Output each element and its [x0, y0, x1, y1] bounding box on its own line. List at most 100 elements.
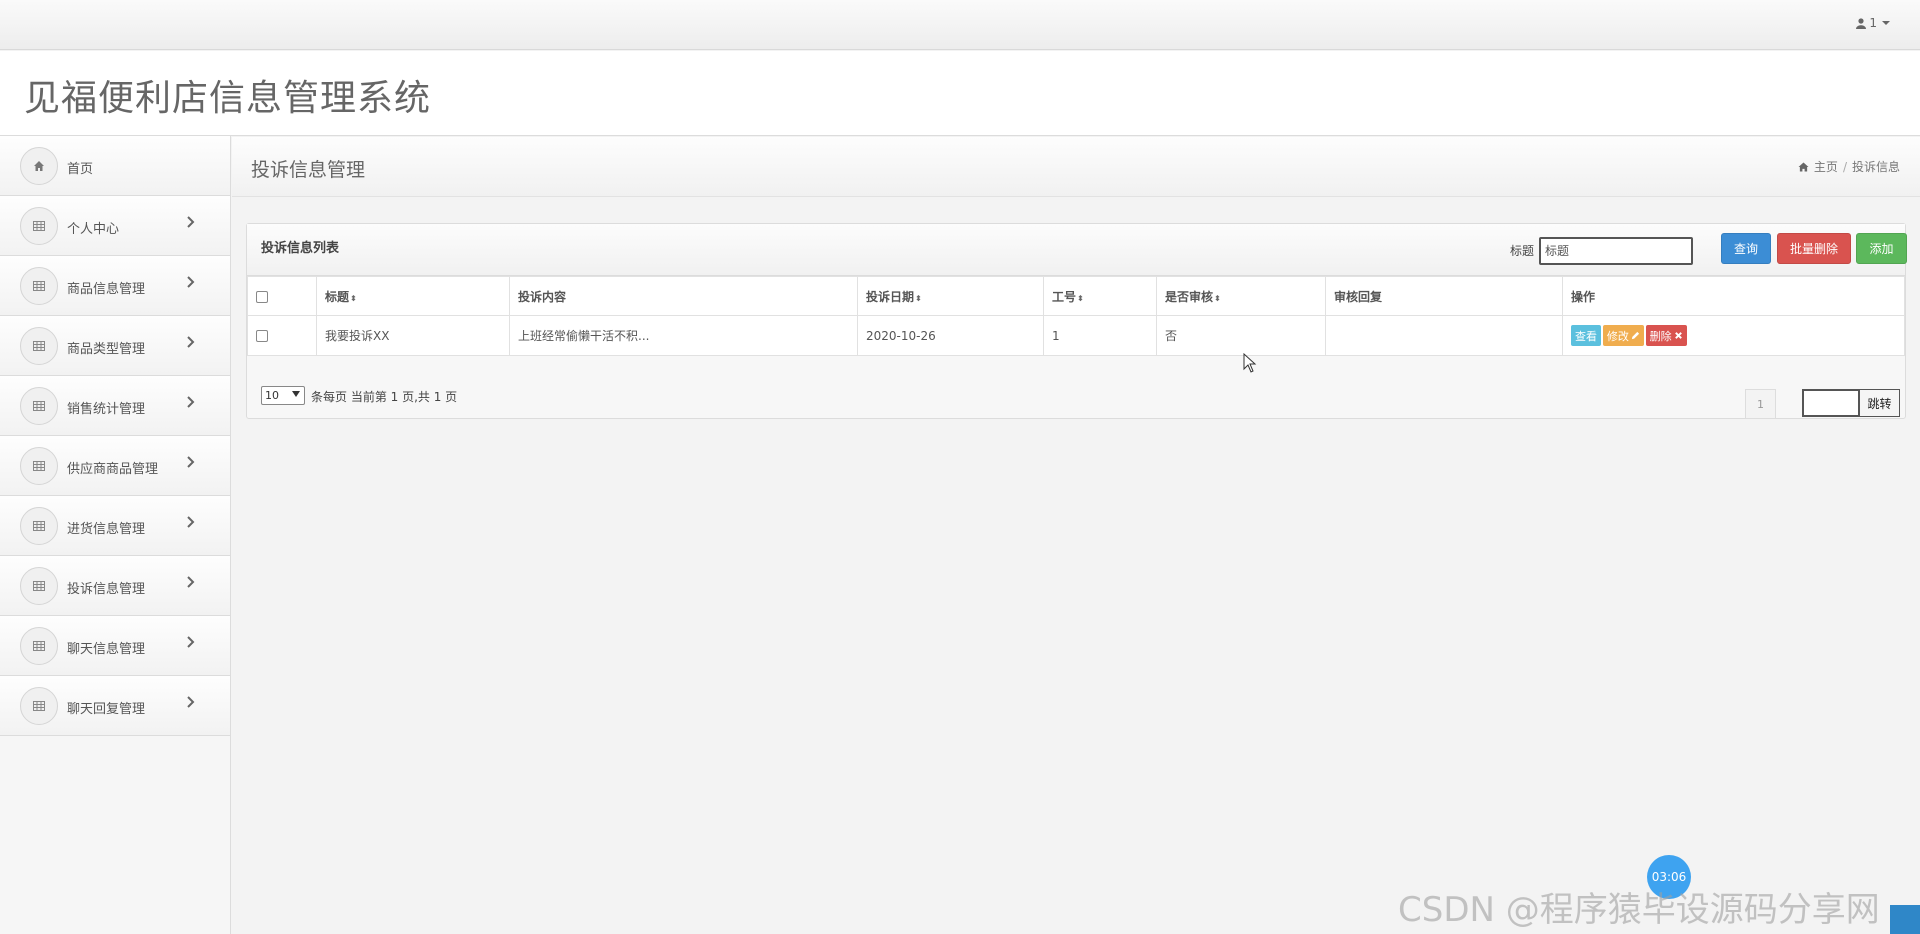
user-menu[interactable]: 1: [1856, 16, 1890, 30]
sidebar-item-supplier-products[interactable]: 供应商商品管理: [0, 436, 230, 496]
cell-reviewed: 否: [1156, 315, 1326, 356]
page-size-select[interactable]: 10: [261, 386, 305, 405]
column-header-reviewed[interactable]: 是否审核⬍: [1156, 276, 1326, 316]
column-header-actions: 操作: [1562, 276, 1905, 316]
home-icon: [20, 147, 58, 185]
sort-icon: ⬍: [350, 293, 357, 303]
add-button[interactable]: 添加: [1856, 233, 1907, 264]
sidebar-item-chat-info[interactable]: 聊天信息管理: [0, 616, 230, 676]
corner-widget[interactable]: [1890, 905, 1920, 934]
select-all-checkbox[interactable]: [256, 290, 268, 303]
sort-icon: ⬍: [915, 293, 922, 303]
batch-delete-button[interactable]: 批量删除: [1777, 233, 1851, 264]
chevron-right-icon: [186, 575, 196, 593]
chevron-right-icon: [186, 695, 196, 713]
title-search-input[interactable]: [1539, 237, 1693, 265]
page-info: 条每页 当前第 1 页,共 1 页: [311, 390, 458, 404]
cell-job-no: 1: [1043, 315, 1157, 356]
table-icon: [20, 507, 58, 545]
sidebar-item-chat-reply[interactable]: 聊天回复管理: [0, 676, 230, 736]
sidebar-item-personal-center[interactable]: 个人中心: [0, 196, 230, 256]
complaint-list-panel: 投诉信息列表 标题 查询 批量删除 添加 标题⬍ 投诉内容 投诉日期⬍ 工号⬍ …: [246, 223, 1907, 419]
dropdown-arrow-icon: [292, 391, 300, 397]
table-icon: [20, 447, 58, 485]
table-icon: [20, 267, 58, 305]
close-icon: [1674, 332, 1682, 339]
column-header-title[interactable]: 标题⬍: [316, 276, 510, 316]
sidebar-item-complaint-info[interactable]: 投诉信息管理: [0, 556, 230, 616]
sort-icon: ⬍: [1077, 293, 1084, 303]
table-icon: [20, 327, 58, 365]
breadcrumb-separator: /: [1842, 159, 1847, 174]
breadcrumb-home[interactable]: 主页: [1814, 158, 1838, 175]
sidebar-item-label: 销售统计管理: [67, 402, 146, 417]
sidebar-item-label: 投诉信息管理: [67, 582, 146, 597]
table-icon: [20, 687, 58, 725]
jump-button[interactable]: 跳转: [1859, 389, 1900, 417]
sidebar-item-label: 聊天回复管理: [67, 702, 146, 717]
cell-reply: [1325, 315, 1563, 356]
table-icon: [20, 207, 58, 245]
sidebar-item-label: 聊天信息管理: [67, 642, 146, 657]
sidebar-item-label: 个人中心: [67, 222, 120, 237]
search-label: 标题: [1510, 244, 1535, 258]
sidebar-item-label: 首页: [67, 162, 94, 177]
sidebar-item-label: 进货信息管理: [67, 522, 146, 537]
column-header-date[interactable]: 投诉日期⬍: [857, 276, 1044, 316]
sidebar-item-label: 商品类型管理: [67, 342, 146, 357]
sidebar-item-label: 供应商商品管理: [67, 462, 159, 477]
view-button[interactable]: 查看: [1571, 325, 1601, 346]
complaint-table: 标题⬍ 投诉内容 投诉日期⬍ 工号⬍ 是否审核⬍ 审核回复 操作 我要投诉XX …: [247, 276, 1905, 356]
select-all-cell: [247, 276, 317, 316]
page-number-button[interactable]: 1: [1745, 389, 1776, 419]
chevron-right-icon: [186, 455, 196, 473]
delete-button[interactable]: 删除: [1645, 325, 1687, 346]
pencil-icon: [1631, 331, 1639, 340]
mouse-cursor-icon: [1243, 353, 1257, 373]
cell-actions: 查看 修改 删除: [1562, 315, 1905, 356]
panel-title: 投诉信息列表: [261, 241, 340, 256]
table-row: 我要投诉XX 上班经常偷懒干活不积... 2020-10-26 1 否 查看 修…: [247, 315, 1905, 356]
home-icon: [1798, 161, 1809, 172]
panel-header: 投诉信息列表 标题 查询 批量删除 添加: [247, 224, 1907, 276]
column-header-content: 投诉内容: [509, 276, 858, 316]
row-checkbox[interactable]: [256, 330, 268, 342]
app-title: 见福便利店信息管理系统: [24, 78, 432, 119]
top-bar: 1: [0, 0, 1920, 50]
sidebar-item-home[interactable]: 首页: [0, 136, 230, 196]
sidebar-item-product-info[interactable]: 商品信息管理: [0, 256, 230, 316]
query-button[interactable]: 查询: [1721, 233, 1771, 264]
table-icon: [20, 567, 58, 605]
sort-icon: ⬍: [1214, 293, 1221, 303]
user-name: 1: [1869, 16, 1877, 30]
row-select-cell: [247, 315, 317, 356]
page-title: 投诉信息管理: [251, 159, 366, 181]
sidebar: 首页 个人中心 商品信息管理 商品类型管理 销售统计管理 供应商商品管理 进货信…: [0, 136, 231, 934]
chevron-right-icon: [186, 395, 196, 413]
sidebar-item-label: 商品信息管理: [67, 282, 146, 297]
chevron-right-icon: [186, 515, 196, 533]
pagination: 10 条每页 当前第 1 页,共 1 页 1 跳转: [247, 374, 1905, 419]
sidebar-item-product-type[interactable]: 商品类型管理: [0, 316, 230, 376]
cell-date: 2020-10-26: [857, 315, 1044, 356]
cell-title: 我要投诉XX: [316, 315, 510, 356]
caret-down-icon: [1882, 21, 1890, 25]
column-header-reply: 审核回复: [1325, 276, 1563, 316]
edit-button[interactable]: 修改: [1602, 325, 1644, 346]
breadcrumb: 主页 / 投诉信息: [1798, 158, 1900, 175]
chevron-right-icon: [186, 635, 196, 653]
chevron-right-icon: [186, 215, 196, 233]
sidebar-item-purchase-info[interactable]: 进货信息管理: [0, 496, 230, 556]
table-icon: [20, 387, 58, 425]
user-icon: [1856, 17, 1867, 29]
sidebar-item-sales-stats[interactable]: 销售统计管理: [0, 376, 230, 436]
watermark: CSDN @程序猿毕设源码分享网: [1398, 890, 1880, 930]
chevron-right-icon: [186, 275, 196, 293]
chevron-right-icon: [186, 335, 196, 353]
jump-page-input[interactable]: [1802, 389, 1860, 417]
column-header-job-no[interactable]: 工号⬍: [1043, 276, 1157, 316]
table-header-row: 标题⬍ 投诉内容 投诉日期⬍ 工号⬍ 是否审核⬍ 审核回复 操作: [247, 276, 1905, 316]
breadcrumb-current: 投诉信息: [1851, 160, 1900, 174]
cell-content: 上班经常偷懒干活不积...: [509, 315, 858, 356]
page-header: 投诉信息管理 主页 / 投诉信息: [232, 137, 1920, 197]
